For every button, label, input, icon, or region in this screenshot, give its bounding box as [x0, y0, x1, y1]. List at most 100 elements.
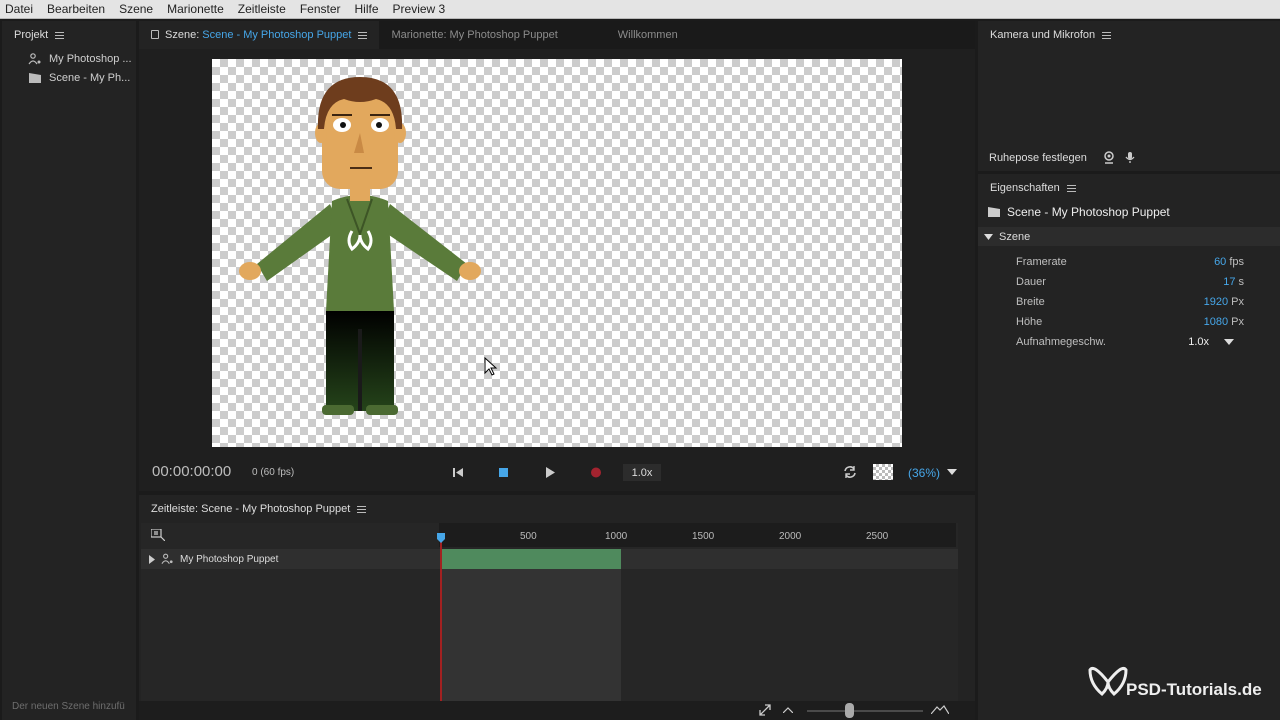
project-item-scene[interactable]: Scene - My Ph... — [2, 68, 136, 87]
camera-panel: Kamera und Mikrofon Ruhepose festlegen — [978, 21, 1280, 171]
ruler-tick-label: 1000 — [605, 531, 628, 542]
prop-hoehe: Höhe 1080 Px — [978, 312, 1280, 332]
work-area — [441, 569, 621, 701]
zoom-slider-handle[interactable] — [845, 703, 854, 718]
scene-panel: Szene: Scene - My Photoshop Puppet Mario… — [139, 21, 975, 491]
menu-bearbeiten[interactable]: Bearbeiten — [47, 2, 105, 16]
play-button[interactable] — [543, 465, 557, 479]
rest-pose-row: Ruhepose festlegen — [989, 151, 1135, 164]
watermark-text: PSD-Tutorials.de — [1126, 680, 1262, 699]
transport-bar: 00:00:00:00 0 (60 fps) 1.0x (36%) — [139, 461, 975, 485]
tab-scene-name: Scene - My Photoshop Puppet — [202, 29, 352, 41]
recording-speed-select[interactable]: 1.0x — [1154, 336, 1234, 348]
transparency-toggle[interactable] — [873, 464, 893, 480]
prop-value-input[interactable]: 1080 Px — [1154, 316, 1244, 328]
ruler-tick-label: 1500 — [692, 531, 715, 542]
chevron-down-icon[interactable] — [947, 469, 957, 476]
prop-value[interactable]: 1920 — [1204, 296, 1228, 308]
prop-value[interactable]: 60 — [1214, 256, 1226, 268]
panel-menu-icon[interactable] — [1066, 183, 1076, 194]
ruler-tick-label: 500 — [520, 531, 537, 542]
menu-marionette[interactable]: Marionette — [167, 2, 224, 16]
prop-value-input[interactable]: 60 fps — [1154, 256, 1244, 268]
puppet-character[interactable] — [212, 59, 902, 447]
prop-value[interactable]: 17 — [1223, 276, 1235, 288]
tab-marionette[interactable]: Marionette: My Photoshop Puppet — [379, 21, 569, 49]
timeline-panel-title: Zeitleiste: Scene - My Photoshop Puppet — [151, 503, 351, 515]
section-label: Szene — [999, 230, 1031, 243]
record-button[interactable] — [589, 465, 603, 479]
prop-label: Höhe — [1016, 316, 1043, 328]
properties-scene-name: Scene - My Photoshop Puppet — [1007, 205, 1170, 219]
puppet-icon — [28, 52, 41, 64]
zoom-out-mountain-icon[interactable] — [783, 707, 793, 713]
add-to-scene-button[interactable]: Der neuen Szene hinzufü — [12, 701, 136, 712]
project-panel: Projekt My Photoshop ... Scene - My Ph..… — [2, 21, 136, 720]
zoom-in-mountain-icon[interactable] — [931, 705, 949, 714]
playhead-handle-icon[interactable] — [437, 533, 445, 543]
prop-label: Aufnahmegeschw. — [1016, 336, 1106, 348]
panel-menu-icon[interactable] — [1102, 30, 1112, 41]
menu-preview[interactable]: Preview 3 — [393, 2, 446, 16]
project-item-label: Scene - My Ph... — [49, 71, 131, 84]
menu-hilfe[interactable]: Hilfe — [355, 2, 379, 16]
tab-welcome[interactable]: Willkommen — [606, 21, 690, 49]
expand-icon[interactable] — [759, 704, 771, 716]
project-panel-title: Projekt — [14, 29, 49, 41]
scene-icon — [988, 207, 1000, 217]
properties-panel: Eigenschaften Scene - My Photoshop Puppe… — [978, 174, 1280, 720]
prop-unit: Px — [1231, 296, 1244, 308]
menu-fenster[interactable]: Fenster — [300, 2, 341, 16]
zoom-level[interactable]: (36%) — [908, 466, 940, 480]
prop-label: Framerate — [1016, 256, 1067, 268]
prop-value[interactable]: 1080 — [1204, 316, 1228, 328]
timeline-ruler[interactable]: 500 1000 1500 2000 2500 — [439, 523, 956, 547]
properties-panel-header: Eigenschaften — [978, 174, 1280, 202]
properties-scene-title: Scene - My Photoshop Puppet — [978, 202, 1280, 222]
webcam-icon[interactable] — [1103, 151, 1115, 164]
scene-canvas[interactable] — [212, 59, 902, 447]
menu-datei[interactable]: Datei — [5, 2, 33, 16]
microphone-icon[interactable] — [1125, 151, 1135, 164]
panel-menu-icon[interactable] — [55, 30, 65, 41]
prop-dauer: Dauer 17 s — [978, 272, 1280, 292]
prop-label: Breite — [1016, 296, 1045, 308]
prop-value-input[interactable]: 1920 Px — [1154, 296, 1244, 308]
project-item-puppet[interactable]: My Photoshop ... — [2, 49, 136, 68]
timeline-zoom-bar — [139, 701, 975, 720]
watermark: PSD-Tutorials.de — [1088, 660, 1262, 702]
tab-scene[interactable]: Szene: Scene - My Photoshop Puppet — [139, 21, 380, 49]
menu-szene[interactable]: Szene — [119, 2, 153, 16]
scene-clip-bar[interactable] — [441, 549, 621, 569]
timeline-options-icon[interactable] — [151, 529, 165, 541]
chevron-right-icon[interactable] — [149, 554, 155, 564]
zoom-slider-track[interactable] — [807, 710, 923, 712]
camera-panel-header: Kamera und Mikrofon — [978, 21, 1280, 49]
timeline-panel: Zeitleiste: Scene - My Photoshop Puppet … — [139, 495, 975, 720]
playhead[interactable] — [440, 539, 442, 701]
menu-bar: Datei Bearbeiten Szene Marionette Zeitle… — [0, 0, 1280, 19]
track-label: My Photoshop Puppet — [180, 553, 279, 565]
prop-value-input[interactable]: 17 s — [1154, 276, 1244, 288]
recording-speed-value: 1.0x — [1188, 336, 1209, 348]
psd-tutorials-logo-icon — [1088, 667, 1128, 697]
prop-aufnahme: Aufnahmegeschw. 1.0x — [978, 332, 1280, 352]
prop-unit: Px — [1231, 316, 1244, 328]
refresh-icon[interactable] — [843, 465, 857, 479]
project-panel-header: Projekt — [2, 21, 136, 49]
rest-pose-button[interactable]: Ruhepose festlegen — [989, 152, 1087, 164]
panel-menu-icon[interactable] — [357, 504, 367, 515]
prop-label: Dauer — [1016, 276, 1046, 288]
puppet-icon — [161, 553, 173, 564]
panel-menu-icon[interactable] — [358, 30, 368, 41]
stop-button[interactable] — [497, 465, 511, 479]
ruler-tick-label: 2000 — [779, 531, 802, 542]
section-szene[interactable]: Szene — [978, 227, 1280, 246]
playback-speed[interactable]: 1.0x — [623, 464, 661, 481]
go-to-start-button[interactable] — [451, 465, 465, 479]
menu-zeitleiste[interactable]: Zeitleiste — [238, 2, 286, 16]
lock-icon[interactable] — [151, 29, 159, 39]
prop-unit: fps — [1229, 256, 1244, 268]
track-name: My Photoshop Puppet — [161, 553, 278, 565]
project-item-label: My Photoshop ... — [49, 52, 132, 65]
